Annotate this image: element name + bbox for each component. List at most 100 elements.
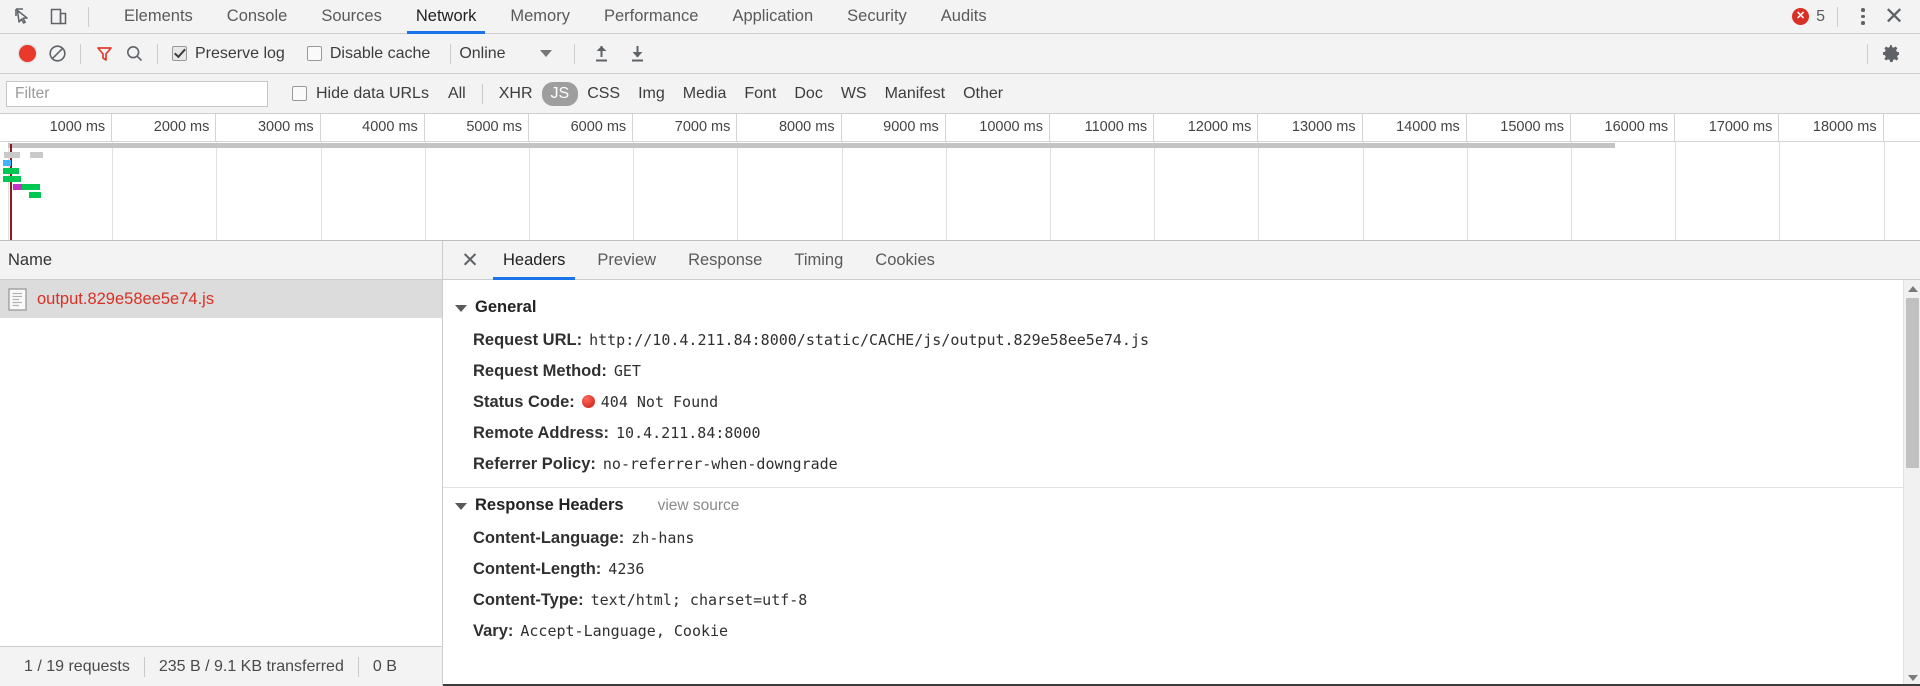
tab-bar-right-icons: ✕ 5 ✕ — [1792, 3, 1920, 31]
tab-label: Network — [415, 7, 477, 25]
devtools-window: Elements Console Sources Network Memory … — [0, 0, 1920, 686]
tab-timing[interactable]: Timing — [778, 241, 859, 280]
filter-type-manifest[interactable]: Manifest — [876, 82, 954, 106]
filter-input[interactable] — [6, 80, 268, 107]
divider — [573, 43, 575, 64]
timeline-tick: 14000 ms — [1363, 114, 1467, 142]
details-scrollbar[interactable] — [1903, 280, 1920, 686]
tab-label: Headers — [503, 250, 566, 269]
resource-type-filters: All XHR JS CSS Img Media Font Doc WS Man… — [439, 81, 1012, 106]
tab-preview[interactable]: Preview — [581, 241, 672, 280]
section-title: Response Headers — [475, 496, 624, 514]
timeline-gridline — [529, 142, 530, 240]
timeline-gridline — [737, 142, 739, 240]
tab-cookies[interactable]: Cookies — [859, 241, 951, 280]
filter-type-doc[interactable]: Doc — [785, 82, 831, 106]
gear-icon[interactable] — [1876, 39, 1906, 69]
disable-cache-checkbox[interactable] — [306, 46, 322, 61]
network-filter-bar: Hide data URLs All XHR JS CSS Img Media … — [0, 74, 1920, 114]
network-overview[interactable]: 1000 ms 2000 ms 3000 ms 4000 ms 5000 ms 6000 … — [0, 114, 1920, 241]
record-button[interactable] — [12, 39, 42, 69]
filter-type-font[interactable]: Font — [735, 82, 785, 106]
tab-console[interactable]: Console — [210, 0, 305, 34]
tab-elements[interactable]: Elements — [107, 0, 210, 34]
header-key: Referrer Policy: — [473, 455, 596, 473]
timeline-tick-label: 9000 ms — [883, 119, 939, 135]
general-rows: Request URL: http://10.4.211.84:8000/sta… — [443, 325, 1920, 480]
timeline-gridline — [1258, 142, 1260, 240]
tab-performance[interactable]: Performance — [587, 0, 715, 34]
tab-application[interactable]: Application — [715, 0, 830, 34]
overview-scrollbar[interactable] — [8, 143, 1615, 148]
kebab-menu-icon[interactable] — [1850, 4, 1876, 30]
device-toolbar-icon[interactable] — [45, 4, 71, 30]
header-value: text/html; charset=utf-8 — [590, 591, 808, 609]
header-key: Content-Length: — [473, 560, 602, 578]
preserve-log-toggle[interactable]: Preserve log — [172, 45, 285, 63]
tab-memory[interactable]: Memory — [493, 0, 587, 34]
timeline-tick-label: 11000 ms — [1084, 119, 1148, 135]
filter-type-img[interactable]: Img — [629, 82, 674, 106]
header-row: Status Code: 404 Not Found — [443, 387, 1920, 418]
filter-funnel-icon[interactable] — [89, 39, 119, 69]
close-icon[interactable]: ✕ — [1880, 3, 1908, 31]
import-har-icon[interactable] — [587, 39, 617, 69]
status-transferred: 235 B / 9.1 KB transferred — [158, 657, 344, 675]
filter-type-all[interactable]: All — [439, 82, 475, 106]
header-key: Content-Language: — [473, 529, 625, 547]
timeline-tick-label: 14000 ms — [1396, 119, 1460, 135]
section-header-general[interactable]: General — [443, 290, 1920, 325]
tab-response[interactable]: Response — [672, 241, 778, 280]
inspect-element-icon[interactable] — [10, 4, 36, 30]
timeline-gridline — [320, 142, 322, 240]
tab-label: Timing — [794, 250, 844, 269]
header-value[interactable]: http://10.4.211.84:8000/static/CACHE/js/… — [589, 331, 1149, 349]
hide-data-urls-toggle[interactable]: Hide data URLs — [292, 85, 429, 103]
export-har-icon[interactable] — [623, 39, 653, 69]
disable-cache-toggle[interactable]: Disable cache — [306, 44, 431, 63]
requests-column-header[interactable]: Name — [0, 241, 442, 280]
disable-cache-label: Disable cache — [329, 44, 431, 62]
scroll-up-icon[interactable] — [1904, 280, 1920, 297]
timeline-tick: 17000 ms — [1675, 114, 1780, 142]
timeline-tick: 16000 ms — [1571, 114, 1676, 142]
filter-label: XHR — [498, 84, 533, 102]
error-count-badge[interactable]: ✕ 5 — [1792, 8, 1825, 26]
preserve-log-checkbox[interactable] — [172, 46, 187, 61]
header-row: Request Method: GET — [443, 356, 1920, 387]
overview-request-bar — [22, 184, 40, 190]
hide-data-urls-checkbox[interactable] — [292, 86, 307, 101]
tab-headers[interactable]: Headers — [487, 241, 581, 280]
tab-audits[interactable]: Audits — [924, 0, 1004, 34]
tab-security[interactable]: Security — [830, 0, 924, 34]
section-title: General — [475, 298, 537, 316]
filter-type-media[interactable]: Media — [674, 82, 736, 106]
tab-label: Memory — [510, 7, 570, 25]
scrollbar-thumb[interactable] — [1906, 298, 1919, 468]
clear-icon[interactable] — [42, 39, 72, 69]
timeline-tick: 15000 ms — [1467, 114, 1571, 142]
close-icon[interactable]: ✕ — [453, 243, 487, 277]
divider — [481, 83, 483, 104]
tab-sources[interactable]: Sources — [304, 0, 399, 34]
tab-label: Cookies — [875, 250, 935, 269]
header-row: Referrer Policy: no-referrer-when-downgr… — [443, 449, 1920, 480]
throttle-select[interactable]: Online — [459, 45, 552, 63]
filter-type-ws[interactable]: WS — [832, 82, 876, 106]
timeline-tick: 18000 ms — [1779, 114, 1884, 142]
divider — [80, 43, 81, 64]
filter-label: Doc — [794, 84, 823, 102]
view-source-link[interactable]: view source — [658, 497, 740, 515]
filter-type-xhr[interactable]: XHR — [490, 82, 542, 106]
table-row[interactable]: output.829e58ee5e74.js — [0, 280, 442, 318]
filter-type-other[interactable]: Other — [954, 82, 1012, 106]
tab-label: Performance — [603, 7, 699, 25]
filter-type-css[interactable]: CSS — [578, 82, 629, 106]
tab-network[interactable]: Network — [399, 0, 494, 34]
timeline-ruler: 1000 ms 2000 ms 3000 ms 4000 ms 5000 ms 6000 … — [0, 114, 1920, 142]
filter-type-js[interactable]: JS — [541, 81, 579, 106]
response-header-rows: Content-Language: zh-hans Content-Length… — [443, 523, 1920, 647]
timeline-tick-label: 7000 ms — [674, 119, 731, 135]
section-header-response-headers[interactable]: Response Headers view source — [443, 488, 1920, 523]
search-icon[interactable] — [119, 39, 149, 69]
